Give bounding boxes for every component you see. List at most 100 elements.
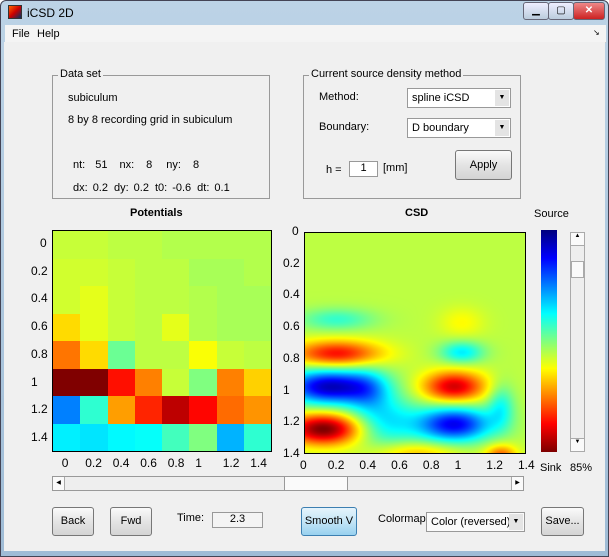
param-value: 8 — [192, 159, 200, 171]
x-tick-label: 1.4 — [250, 456, 267, 470]
dropdown-arrow-icon: ▼ — [495, 120, 509, 136]
smooth-toggle-button[interactable]: Smooth V — [301, 507, 357, 536]
x-tick-label: 0.6 — [391, 458, 408, 472]
slider-down-arrow[interactable]: ▼ — [571, 438, 584, 451]
x-tick-label: 0.8 — [422, 458, 440, 472]
y-tick-label: 0.2 — [31, 263, 48, 278]
heatmap-cell — [216, 258, 244, 287]
dropdown-arrow-icon: ▼ — [495, 90, 509, 106]
close-button[interactable]: ✕ — [573, 2, 605, 20]
colorbar-sink-label: Sink — [540, 462, 562, 474]
colormap-label: Colormap: — [378, 513, 429, 525]
potentials-plot — [52, 230, 272, 452]
heatmap-cell — [134, 313, 163, 342]
param-value: 0.2 — [92, 182, 108, 194]
csd-plot — [304, 232, 526, 454]
x-tick-label: 0.2 — [327, 458, 345, 472]
dropdown-arrow-icon: ▼ — [509, 514, 523, 530]
x-tick-label: 1.4 — [518, 458, 535, 472]
heatmap-cell — [216, 341, 244, 369]
h-input[interactable]: 1 — [349, 161, 378, 177]
x-tick-label: 0 — [61, 456, 69, 470]
param-value: 0.2 — [133, 182, 149, 194]
y-tick-label: 0.8 — [31, 346, 48, 361]
back-button[interactable]: Back — [52, 507, 94, 536]
dataset-description: 8 by 8 recording grid in subiculum — [68, 114, 233, 126]
heatmap-cell — [80, 313, 108, 342]
heatmap-cell — [134, 423, 163, 452]
dock-icon[interactable]: ↘ — [593, 28, 600, 37]
heatmap-cell — [216, 231, 244, 259]
heatmap-cell — [189, 313, 217, 342]
heatmap-cell — [134, 286, 163, 314]
params-row-2: dx: 0.2 dy: 0.2 t0: -0.6 dt: 0.1 — [73, 182, 230, 194]
heatmap-cell — [216, 423, 244, 452]
colorbar-source-label: Source — [534, 208, 569, 220]
h-label: h = — [326, 164, 342, 176]
menu-file[interactable]: File — [12, 28, 30, 40]
heatmap-cell — [162, 396, 190, 424]
y-tick-label: 1.4 — [283, 446, 300, 460]
boundary-value: D boundary — [412, 122, 469, 134]
heatmap-cell — [243, 231, 272, 259]
heatmap-cell — [162, 313, 190, 342]
maximize-button[interactable]: ▢ — [548, 2, 574, 20]
slider-thumb[interactable] — [571, 261, 584, 278]
heatmap-cell — [243, 286, 272, 314]
heatmap-cell — [80, 286, 108, 314]
y-tick-label: 1.2 — [31, 402, 48, 417]
apply-button[interactable]: Apply — [455, 150, 512, 180]
y-tick-label: 1.4 — [31, 430, 48, 445]
scroll-left-arrow[interactable]: ◀ — [53, 477, 65, 490]
heatmap-cell — [80, 368, 108, 397]
scroll-right-arrow[interactable]: ▶ — [511, 477, 523, 490]
method-select[interactable]: spline iCSD ▼ — [407, 88, 511, 108]
y-tick-label: 0.8 — [283, 350, 300, 365]
heatmap-cell — [216, 368, 244, 397]
heatmap-cell — [134, 396, 163, 424]
heatmap-cell — [134, 231, 163, 259]
heatmap-cell — [162, 423, 190, 452]
x-tick-label: 0.8 — [167, 456, 185, 470]
menu-help[interactable]: Help — [37, 28, 60, 40]
colorbar — [541, 230, 557, 452]
save-button[interactable]: Save... — [541, 507, 584, 536]
fwd-button[interactable]: Fwd — [110, 507, 152, 536]
param-label: nt: — [73, 159, 86, 171]
heatmap-cell — [189, 423, 217, 452]
heatmap-cell — [189, 258, 217, 287]
heatmap-cell — [80, 396, 108, 424]
heatmap-cell — [107, 231, 135, 259]
heatmap-cell — [243, 313, 272, 342]
h-unit: [mm] — [383, 162, 408, 174]
vertical-slider[interactable]: ▲ ▼ — [570, 232, 585, 452]
y-tick-label: 0.4 — [283, 287, 300, 302]
heatmap-cell — [80, 341, 108, 369]
x-tick-label: 0 — [300, 458, 307, 472]
heatmap-cell — [134, 258, 163, 287]
minimize-button[interactable]: ▁ — [523, 2, 549, 20]
dataset-panel: Data set subiculum 8 by 8 recording grid… — [52, 68, 270, 199]
colormap-select[interactable]: Color (reversed) ▼ — [426, 512, 525, 532]
param-label: dt: — [197, 182, 210, 194]
csd-method-panel: Current source density method Method: sp… — [303, 68, 521, 199]
heatmap-cell — [216, 286, 244, 314]
y-tick-label: 1 — [283, 382, 290, 397]
slider-up-arrow[interactable]: ▲ — [571, 233, 584, 246]
heatmap-cell — [134, 368, 163, 397]
boundary-select[interactable]: D boundary ▼ — [407, 118, 511, 138]
time-scrollbar[interactable]: ◀ ▶ — [52, 476, 524, 491]
heatmap-cell — [80, 231, 108, 259]
potentials-title: Potentials — [130, 207, 183, 219]
x-tick-label: 0.2 — [85, 456, 102, 470]
dataset-legend: Data set — [58, 68, 103, 80]
y-tick-label: 0 — [40, 235, 47, 250]
scroll-thumb[interactable] — [284, 477, 348, 490]
time-field[interactable]: 2.3 — [212, 512, 263, 528]
heatmap-cell — [53, 313, 81, 342]
heatmap-cell — [53, 341, 81, 369]
param-label: t0: — [154, 182, 168, 194]
dataset-name: subiculum — [68, 92, 118, 104]
method-value: spline iCSD — [412, 92, 470, 104]
x-tick-label: 0.4 — [112, 456, 130, 470]
